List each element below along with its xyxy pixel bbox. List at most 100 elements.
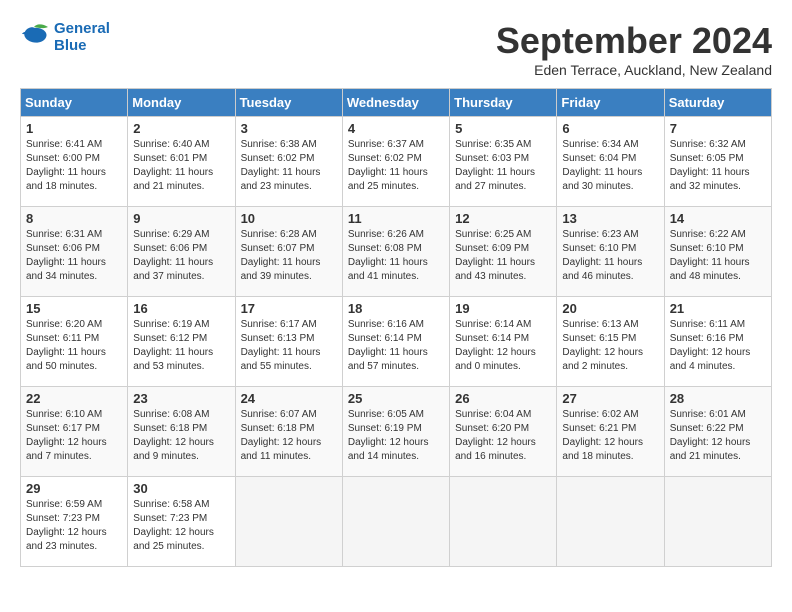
logo-text: General Blue [54,20,110,54]
day-info: Sunrise: 6:23 AMSunset: 6:10 PMDaylight:… [562,228,658,284]
day-cell: 14 Sunrise: 6:22 AMSunset: 6:10 PMDayligh… [664,207,771,297]
month-title: September 2024 [496,20,772,62]
day-number: 20 [562,301,658,316]
day-cell: 29 Sunrise: 6:59 AMSunset: 7:23 PMDayligh… [21,477,128,567]
day-cell: 5 Sunrise: 6:35 AMSunset: 6:03 PMDaylight… [450,117,557,207]
day-number: 15 [26,301,122,316]
day-info: Sunrise: 6:05 AMSunset: 6:19 PMDaylight:… [348,408,444,464]
day-number: 7 [670,121,766,136]
day-cell: 9 Sunrise: 6:29 AMSunset: 6:06 PMDaylight… [128,207,235,297]
day-number: 12 [455,211,551,226]
day-cell [235,477,342,567]
header-day-thursday: Thursday [450,89,557,117]
day-cell: 19Sunrise: 6:14 AMSunset: 6:14 PMDayligh… [450,297,557,387]
header-row: SundayMondayTuesdayWednesdayThursdayFrid… [21,89,772,117]
day-cell: 2 Sunrise: 6:40 AMSunset: 6:01 PMDaylight… [128,117,235,207]
day-cell: 10 Sunrise: 6:28 AMSunset: 6:07 PMDayligh… [235,207,342,297]
day-info: Sunrise: 6:32 AMSunset: 6:05 PMDaylight:… [670,138,766,194]
header-day-saturday: Saturday [664,89,771,117]
day-info: Sunrise: 6:11 AMSunset: 6:16 PMDaylight:… [670,318,766,374]
day-info: Sunrise: 6:58 AMSunset: 7:23 PMDaylight:… [133,498,229,554]
header-day-tuesday: Tuesday [235,89,342,117]
day-cell: 4 Sunrise: 6:37 AMSunset: 6:02 PMDaylight… [342,117,449,207]
week-row-3: 15Sunrise: 6:20 AMSunset: 6:11 PMDayligh… [21,297,772,387]
header-day-sunday: Sunday [21,89,128,117]
day-info: Sunrise: 6:13 AMSunset: 6:15 PMDaylight:… [562,318,658,374]
day-cell: 13 Sunrise: 6:23 AMSunset: 6:10 PMDayligh… [557,207,664,297]
day-number: 3 [241,121,337,136]
header-day-monday: Monday [128,89,235,117]
day-number: 5 [455,121,551,136]
day-number: 4 [348,121,444,136]
day-cell: 20 Sunrise: 6:13 AMSunset: 6:15 PMDayligh… [557,297,664,387]
day-cell: 15Sunrise: 6:20 AMSunset: 6:11 PMDayligh… [21,297,128,387]
day-info: Sunrise: 6:02 AMSunset: 6:21 PMDaylight:… [562,408,658,464]
day-number: 8 [26,211,122,226]
week-row-5: 29 Sunrise: 6:59 AMSunset: 7:23 PMDayligh… [21,477,772,567]
day-number: 23 [133,391,229,406]
location: Eden Terrace, Auckland, New Zealand [496,62,772,78]
day-info: Sunrise: 6:38 AMSunset: 6:02 PMDaylight:… [241,138,337,194]
day-number: 28 [670,391,766,406]
day-number: 14 [670,211,766,226]
day-info: Sunrise: 6:04 AMSunset: 6:20 PMDaylight:… [455,408,551,464]
day-info: Sunrise: 6:28 AMSunset: 6:07 PMDaylight:… [241,228,337,284]
day-info: Sunrise: 6:17 AMSunset: 6:13 PMDaylight:… [241,318,337,374]
day-cell: 28 Sunrise: 6:01 AMSunset: 6:22 PMDayligh… [664,387,771,477]
day-number: 9 [133,211,229,226]
day-cell: 6 Sunrise: 6:34 AMSunset: 6:04 PMDaylight… [557,117,664,207]
day-number: 2 [133,121,229,136]
day-cell: 26 Sunrise: 6:04 AMSunset: 6:20 PMDayligh… [450,387,557,477]
day-info: Sunrise: 6:37 AMSunset: 6:02 PMDaylight:… [348,138,444,194]
day-info: Sunrise: 6:29 AMSunset: 6:06 PMDaylight:… [133,228,229,284]
day-cell: 24 Sunrise: 6:07 AMSunset: 6:18 PMDayligh… [235,387,342,477]
day-number: 29 [26,481,122,496]
title-section: September 2024 Eden Terrace, Auckland, N… [496,20,772,78]
logo-icon [20,23,50,51]
day-info: Sunrise: 6:34 AMSunset: 6:04 PMDaylight:… [562,138,658,194]
day-number: 22 [26,391,122,406]
day-info: Sunrise: 6:59 AMSunset: 7:23 PMDaylight:… [26,498,122,554]
day-info: Sunrise: 6:07 AMSunset: 6:18 PMDaylight:… [241,408,337,464]
day-number: 30 [133,481,229,496]
calendar-table: SundayMondayTuesdayWednesdayThursdayFrid… [20,88,772,567]
day-info: Sunrise: 6:40 AMSunset: 6:01 PMDaylight:… [133,138,229,194]
day-number: 19 [455,301,551,316]
day-number: 6 [562,121,658,136]
day-cell [664,477,771,567]
day-cell: 17 Sunrise: 6:17 AMSunset: 6:13 PMDayligh… [235,297,342,387]
week-row-2: 8 Sunrise: 6:31 AMSunset: 6:06 PMDaylight… [21,207,772,297]
day-info: Sunrise: 6:08 AMSunset: 6:18 PMDaylight:… [133,408,229,464]
day-number: 10 [241,211,337,226]
day-info: Sunrise: 6:01 AMSunset: 6:22 PMDaylight:… [670,408,766,464]
logo: General Blue [20,20,110,54]
day-number: 13 [562,211,658,226]
day-info: Sunrise: 6:26 AMSunset: 6:08 PMDaylight:… [348,228,444,284]
day-cell: 3 Sunrise: 6:38 AMSunset: 6:02 PMDaylight… [235,117,342,207]
day-number: 27 [562,391,658,406]
day-number: 18 [348,301,444,316]
header: General Blue September 2024 Eden Terrace… [20,20,772,78]
day-cell: 8 Sunrise: 6:31 AMSunset: 6:06 PMDaylight… [21,207,128,297]
day-cell: 21Sunrise: 6:11 AMSunset: 6:16 PMDayligh… [664,297,771,387]
day-cell: 23 Sunrise: 6:08 AMSunset: 6:18 PMDayligh… [128,387,235,477]
week-row-1: 1Sunrise: 6:41 AMSunset: 6:00 PMDaylight… [21,117,772,207]
day-info: Sunrise: 6:10 AMSunset: 6:17 PMDaylight:… [26,408,122,464]
day-number: 24 [241,391,337,406]
day-cell [557,477,664,567]
day-cell: 22 Sunrise: 6:10 AMSunset: 6:17 PMDayligh… [21,387,128,477]
day-info: Sunrise: 6:16 AMSunset: 6:14 PMDaylight:… [348,318,444,374]
week-row-4: 22 Sunrise: 6:10 AMSunset: 6:17 PMDayligh… [21,387,772,477]
day-cell: 11Sunrise: 6:26 AMSunset: 6:08 PMDayligh… [342,207,449,297]
day-number: 17 [241,301,337,316]
day-info: Sunrise: 6:31 AMSunset: 6:06 PMDaylight:… [26,228,122,284]
day-info: Sunrise: 6:35 AMSunset: 6:03 PMDaylight:… [455,138,551,194]
day-number: 26 [455,391,551,406]
day-cell: 30 Sunrise: 6:58 AMSunset: 7:23 PMDayligh… [128,477,235,567]
day-cell: 25Sunrise: 6:05 AMSunset: 6:19 PMDayligh… [342,387,449,477]
day-cell: 18 Sunrise: 6:16 AMSunset: 6:14 PMDayligh… [342,297,449,387]
day-cell [450,477,557,567]
day-info: Sunrise: 6:22 AMSunset: 6:10 PMDaylight:… [670,228,766,284]
day-cell: 7 Sunrise: 6:32 AMSunset: 6:05 PMDaylight… [664,117,771,207]
header-day-friday: Friday [557,89,664,117]
